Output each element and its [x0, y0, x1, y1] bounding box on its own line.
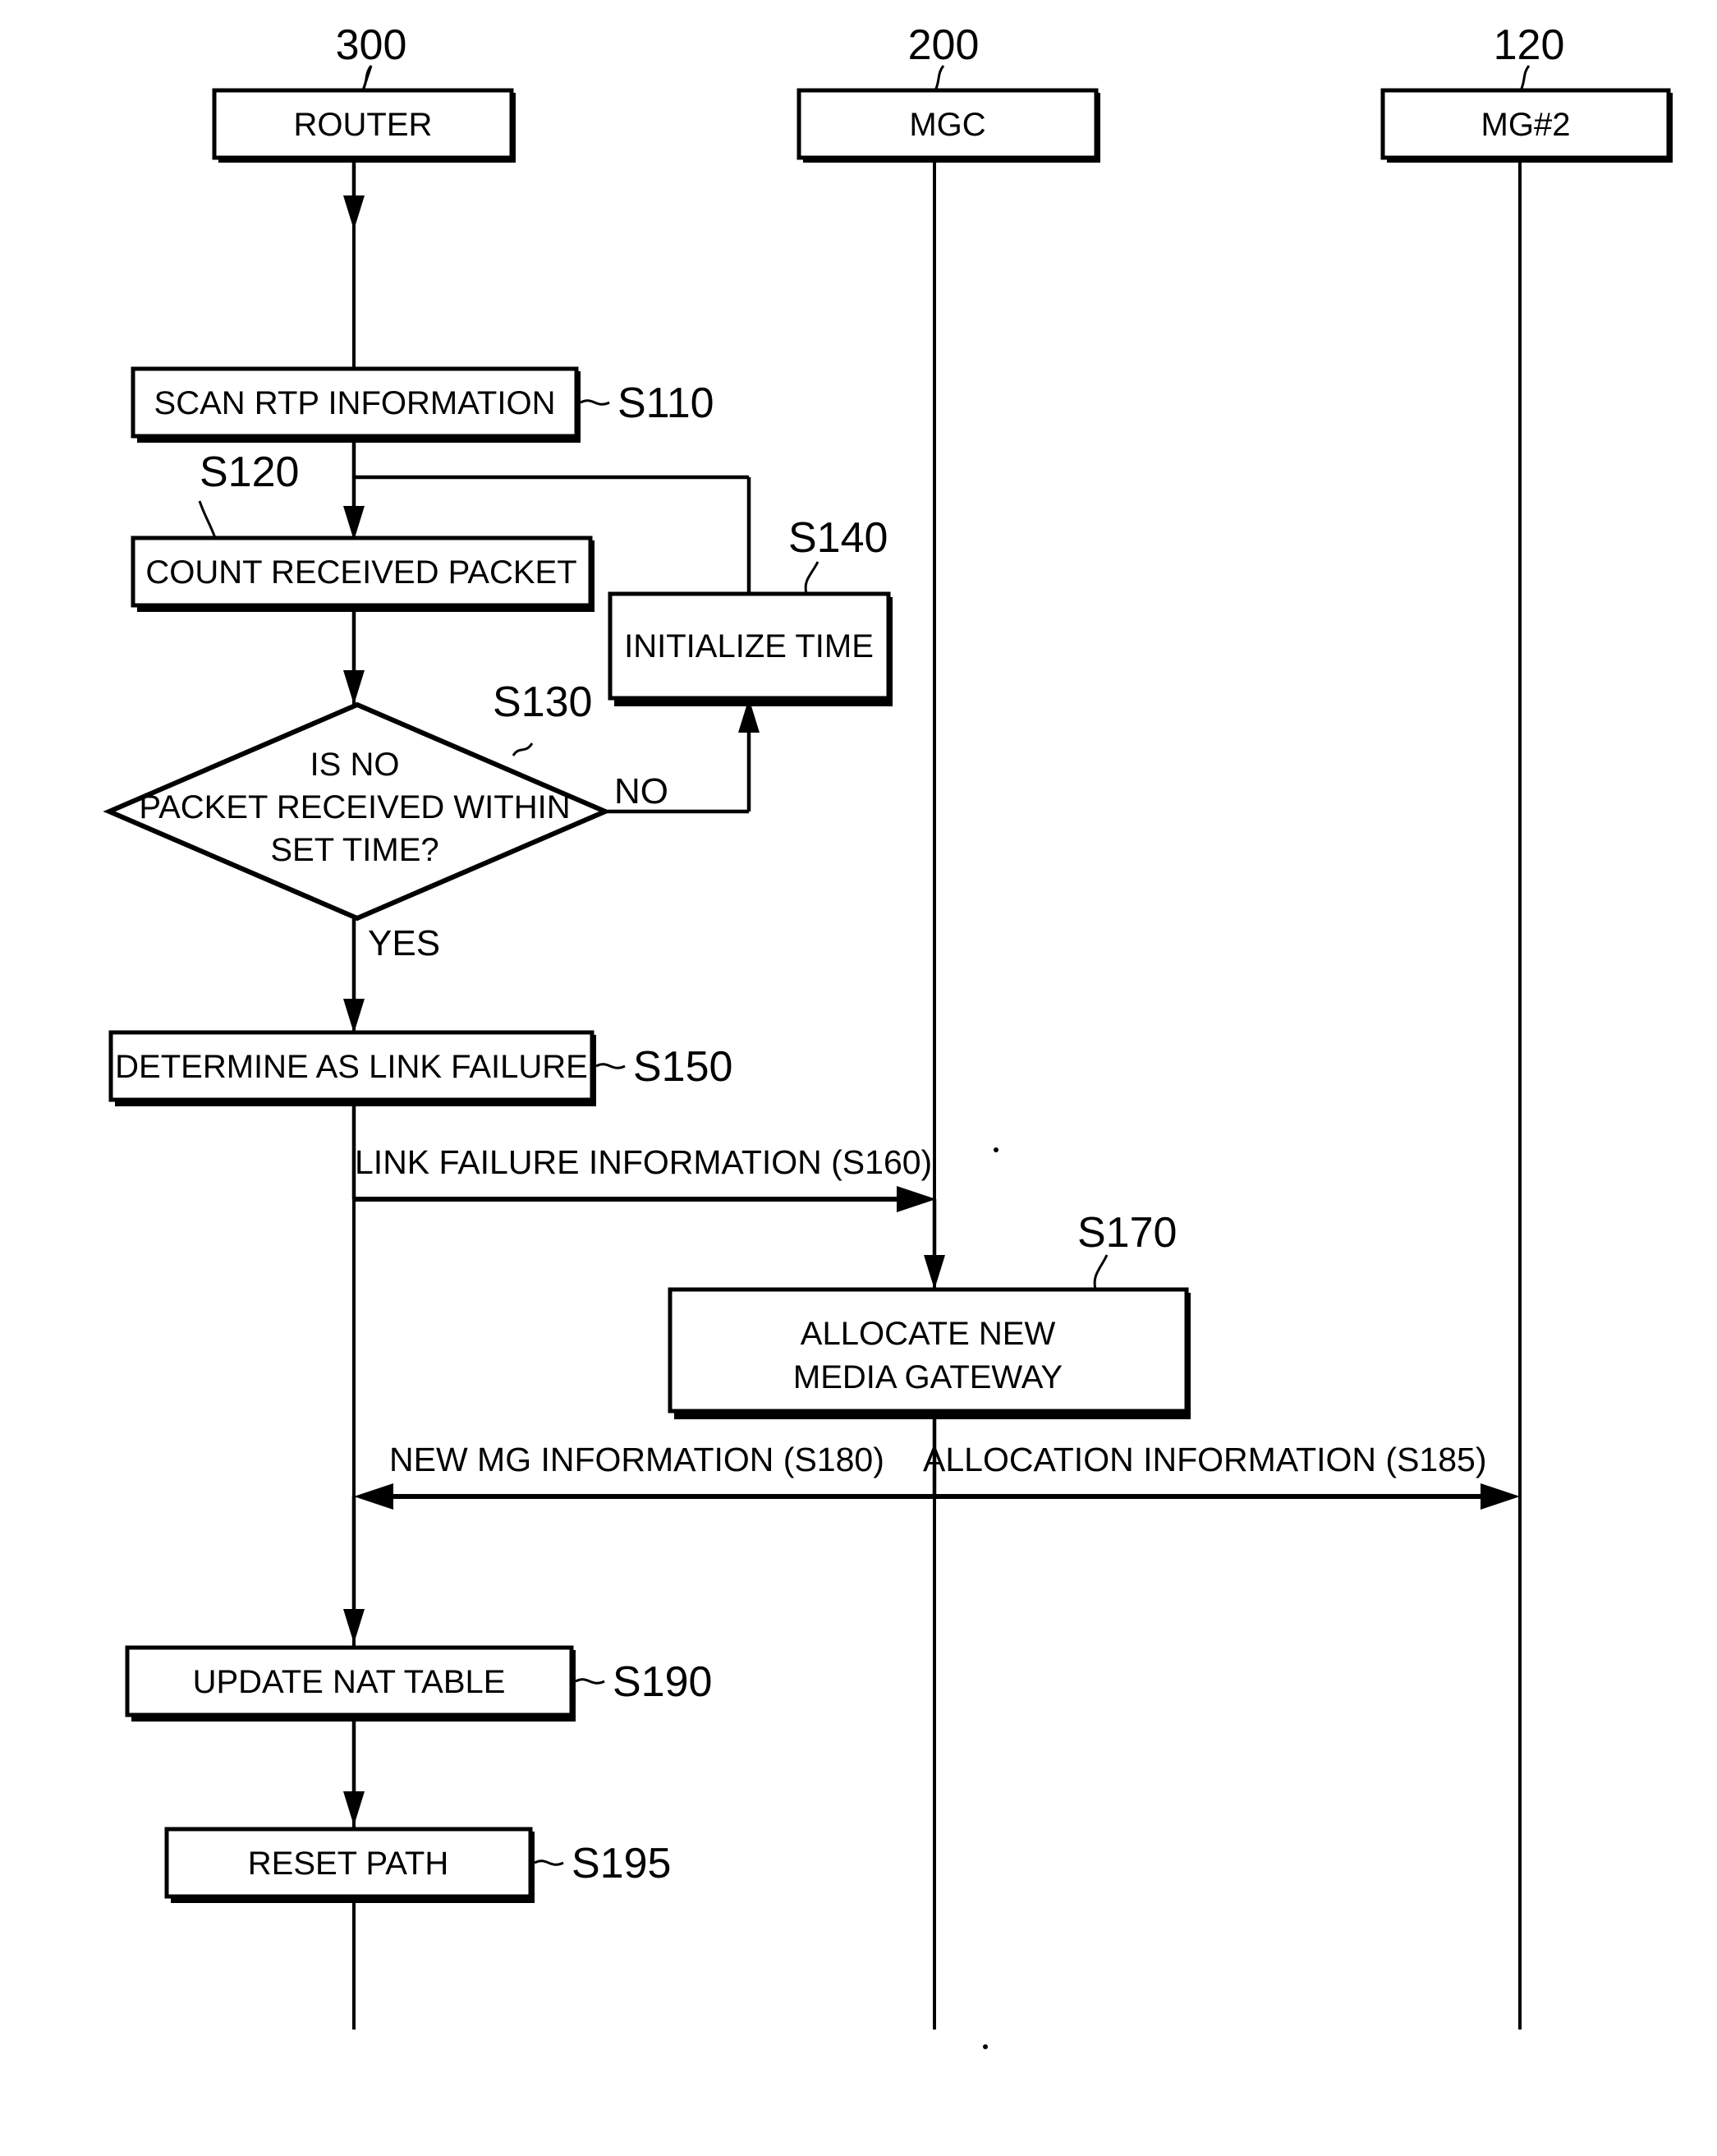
s120-ref-leader: [198, 500, 217, 539]
step-label-s150: DETERMINE AS LINK FAILURE: [115, 1049, 588, 1085]
scan-artifact-dot-2: [994, 1147, 999, 1152]
ref-numeral-s110: S110: [617, 379, 714, 427]
ref-numeral-s130: S130: [493, 678, 592, 726]
ref-numeral-s170: S170: [1077, 1209, 1177, 1257]
node-label-router: ROUTER: [294, 107, 433, 143]
message-label-s180: NEW MG INFORMATION (S180): [389, 1441, 884, 1478]
step-label-s170-line2: MEDIA GATEWAY: [793, 1359, 1063, 1395]
patent-flowchart-figure: 300 200 120 ROUTER MGC MG#2 SCAN RTP INF…: [0, 0, 1717, 2156]
scan-artifact-dot: [983, 2044, 988, 2049]
step-label-s110: SCAN RTP INFORMATION: [154, 385, 556, 421]
s190-ref-leader: [575, 1678, 605, 1685]
ref-numeral-s195: S195: [572, 1840, 671, 1887]
s140-ref-leader: [804, 561, 819, 595]
ref-numeral-mg2: 120: [1494, 21, 1565, 69]
arrowhead-s160: [897, 1186, 936, 1212]
node-label-mgc: MGC: [909, 107, 985, 143]
arrowhead-to-s195: [343, 1791, 365, 1826]
router-ref-leader-curve: [361, 65, 373, 91]
s110-ref-leader: [580, 399, 610, 406]
branch-label-yes: YES: [368, 923, 440, 963]
ref-numeral-s120: S120: [200, 448, 299, 496]
ref-numeral-router: 300: [336, 21, 407, 69]
mgc-ref-leader: [934, 65, 945, 91]
arrowhead-to-s190: [343, 1609, 365, 1643]
step-label-s140: INITIALIZE TIME: [624, 628, 874, 664]
message-label-s185: ALLOCATION INFORMATION (S185): [923, 1441, 1486, 1478]
step-label-s195: RESET PATH: [248, 1846, 449, 1882]
ref-numeral-mgc: 200: [908, 21, 980, 69]
decision-label-line1: IS NO: [310, 747, 400, 783]
ref-numeral-s190: S190: [613, 1658, 712, 1706]
arrowhead-router-to-s110: [343, 195, 365, 230]
arrowhead-s120-to-s130: [343, 670, 365, 705]
arrowhead-s180: [354, 1483, 393, 1510]
decision-label-line3: SET TIME?: [270, 832, 438, 868]
arrowhead-s185: [1481, 1483, 1520, 1510]
s150-ref-leader: [595, 1063, 626, 1069]
s170-ref-leader: [1093, 1254, 1109, 1290]
node-label-mg2: MG#2: [1481, 107, 1571, 143]
arrowhead-s110-to-s120: [343, 506, 365, 540]
message-label-s160: LINK FAILURE INFORMATION (S160): [355, 1143, 932, 1181]
arrowhead-mgc-to-s170: [924, 1255, 945, 1289]
arrowhead-branch-yes: [343, 999, 365, 1033]
decision-label-line2: PACKET RECEIVED WITHIN: [139, 789, 570, 825]
ref-numeral-s150: S150: [633, 1043, 732, 1091]
step-label-s190: UPDATE NAT TABLE: [193, 1664, 506, 1700]
step-label-s170-line1: ALLOCATE NEW: [801, 1316, 1056, 1352]
s130-ref-leader: [512, 742, 534, 756]
mg2-ref-leader: [1519, 65, 1531, 91]
diagram-canvas: 300 200 120 ROUTER MGC MG#2 SCAN RTP INF…: [103, 21, 1673, 2049]
s195-ref-leader: [534, 1859, 564, 1866]
ref-numeral-s140: S140: [788, 514, 888, 562]
branch-label-no: NO: [614, 771, 668, 811]
step-label-s120: COUNT RECEIVED PACKET: [145, 554, 576, 591]
